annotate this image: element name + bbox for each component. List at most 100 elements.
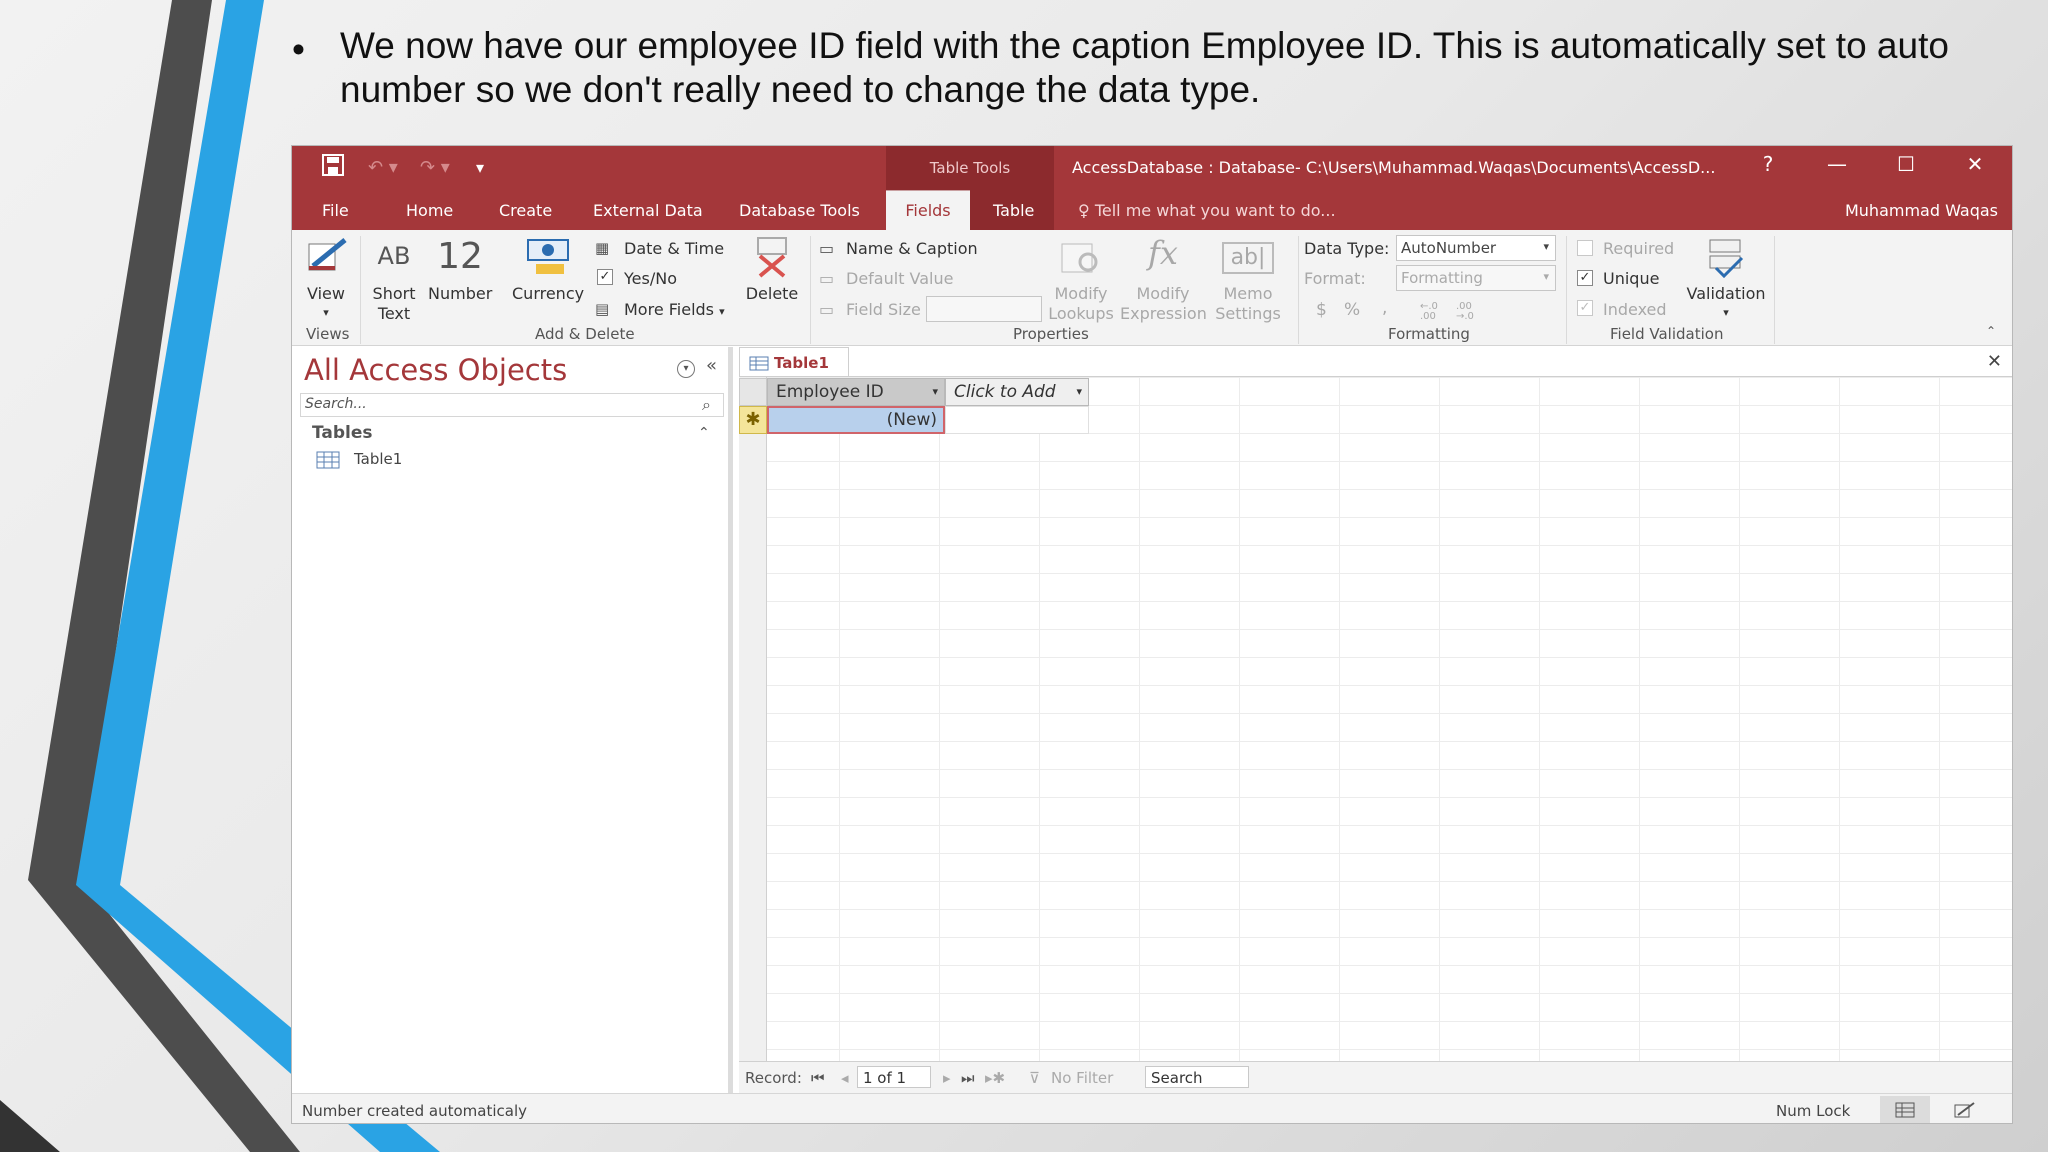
delete-button[interactable]: Delete [742, 284, 802, 303]
redo-icon[interactable]: ↷ ▾ [420, 157, 450, 178]
ribbon-separator [1298, 236, 1299, 344]
increase-decimals-button[interactable]: ←.0 .00 [1420, 302, 1450, 322]
number-button[interactable]: Number [428, 284, 492, 303]
field-size-label: Field Size [846, 300, 921, 319]
last-record-icon[interactable]: ⏭ [961, 1069, 975, 1087]
tab-database-tools[interactable]: Database Tools [739, 201, 860, 220]
decrease-decimals-button[interactable]: .00 →.0 [1456, 302, 1486, 322]
field-size-input[interactable] [926, 296, 1042, 322]
chevron-down-icon[interactable]: ▾ [932, 385, 938, 398]
dark-corner [0, 1100, 60, 1152]
validation-button[interactable]: Validation [1682, 284, 1770, 303]
save-icon[interactable] [322, 154, 344, 182]
minimize-button[interactable]: — [1817, 152, 1857, 176]
ribbon-separator [810, 236, 811, 344]
table-icon [316, 451, 340, 469]
previous-record-icon[interactable]: ◂ [841, 1069, 849, 1087]
record-navigation-bar: Record: ⏮ ◂ 1 of 1 ▸ ⏭ ▸✱ ⊽ No Filter Se… [739, 1061, 2012, 1093]
currency-button[interactable]: Currency [512, 284, 584, 303]
nav-item-table1[interactable]: Table1 [354, 450, 402, 468]
validation-dropdown-icon[interactable]: ▾ [1682, 306, 1770, 319]
datasheet-view-button[interactable] [1880, 1096, 1930, 1123]
datasheet-search-input[interactable]: Search [1145, 1066, 1249, 1088]
modify-expression-button[interactable]: Modify Expression [1120, 284, 1207, 324]
employee-id-new-cell[interactable]: (New) [767, 406, 945, 434]
chevron-down-icon: ▾ [1543, 240, 1549, 253]
new-record-icon[interactable]: ▸✱ [985, 1069, 1005, 1087]
current-record-input[interactable]: 1 of 1 [857, 1066, 931, 1088]
next-record-icon[interactable]: ▸ [943, 1069, 951, 1087]
datasheet-area: Table1 ✕ Employee ID ▾ Click to Add ▾ ✱ (N… [739, 347, 2012, 1093]
status-message: Number created automaticaly [302, 1102, 528, 1120]
nav-search-input[interactable]: Search... [300, 393, 724, 417]
new-record-marker: ✱ [739, 406, 767, 434]
modify-lookups-icon [1061, 243, 1098, 273]
click-to-add-cell[interactable] [945, 406, 1089, 434]
view-dropdown-icon[interactable]: ▾ [296, 306, 356, 319]
bullet-marker: • [292, 29, 305, 70]
select-all-corner[interactable] [739, 378, 767, 406]
tab-create[interactable]: Create [499, 201, 552, 220]
search-icon[interactable]: ⌕ [702, 395, 711, 415]
add-delete-group-label: Add & Delete [535, 325, 635, 343]
name-caption-button[interactable]: Name & Caption [846, 239, 978, 258]
data-type-select[interactable]: AutoNumber ▾ [1396, 235, 1556, 261]
maximize-button[interactable]: ☐ [1886, 152, 1926, 176]
filter-icon: ⊽ [1029, 1069, 1040, 1087]
chevron-down-icon: ▾ [719, 305, 725, 318]
more-fields-button[interactable]: More Fields ▾ [624, 300, 725, 319]
first-record-icon[interactable]: ⏮ [811, 1069, 825, 1087]
no-filter-button[interactable]: No Filter [1051, 1069, 1113, 1087]
collapse-section-icon[interactable]: ⌃ [698, 425, 710, 441]
formatting-group-label: Formatting [1388, 325, 1470, 343]
short-text-button[interactable]: Short Text [364, 284, 424, 324]
tab-home[interactable]: Home [406, 201, 453, 220]
unique-label: Unique [1603, 269, 1660, 288]
access-window: Table Tools ↶ ▾ ↷ ▾ ▾ AccessDatabase : D… [291, 145, 2013, 1124]
datasheet-view-icon [1895, 1102, 1915, 1118]
nav-pane-title[interactable]: All Access Objects [304, 353, 567, 387]
view-icon [308, 238, 347, 271]
percent-format-button[interactable]: % [1344, 300, 1360, 320]
undo-icon[interactable]: ↶ ▾ [368, 157, 398, 178]
required-checkbox[interactable] [1577, 240, 1593, 256]
shutter-bar-close-icon[interactable]: « [706, 355, 717, 376]
yes-no-button[interactable]: Yes/No [624, 269, 677, 288]
memo-settings-button[interactable]: Memo Settings [1206, 284, 1290, 324]
format-select[interactable]: Formatting ▾ [1396, 265, 1556, 291]
column-header-label: Employee ID [776, 382, 884, 402]
slide-bullet-text: We now have our employee ID field with t… [340, 25, 1949, 110]
tell-me-box[interactable]: ♀ Tell me what you want to do... [1078, 201, 1336, 220]
user-name[interactable]: Muhammad Waqas [1845, 201, 1998, 220]
default-value-button[interactable]: Default Value [846, 269, 953, 288]
tab-file[interactable]: File [322, 201, 349, 220]
nav-section-tables[interactable]: Tables [312, 423, 373, 443]
lightbulb-icon: ♀ [1078, 201, 1090, 220]
close-document-icon[interactable]: ✕ [1987, 351, 2002, 372]
comma-format-button[interactable]: , [1382, 298, 1387, 318]
currency-format-button[interactable]: $ [1316, 300, 1327, 320]
status-bar: Number created automaticaly Num Lock [292, 1093, 2012, 1123]
view-button[interactable]: View [296, 284, 356, 303]
datasheet-grid[interactable] [739, 377, 2012, 1061]
chevron-down-icon[interactable]: ▾ [1076, 385, 1082, 398]
modify-lookups-button[interactable]: Modify Lookups [1044, 284, 1118, 324]
document-tab-table1[interactable]: Table1 [739, 347, 849, 377]
date-time-button[interactable]: Date & Time [624, 239, 724, 258]
num-lock-indicator: Num Lock [1776, 1102, 1851, 1120]
column-header-click-to-add[interactable]: Click to Add ▾ [945, 378, 1089, 406]
column-header-employee-id[interactable]: Employee ID ▾ [767, 378, 945, 406]
unique-checkbox[interactable]: ✓ [1577, 270, 1593, 286]
indexed-checkbox[interactable]: ✓ [1577, 300, 1593, 316]
close-button[interactable]: ✕ [1955, 152, 1995, 176]
column-header-label: Click to Add [954, 382, 1056, 402]
nav-menu-icon[interactable]: ▾ [677, 360, 695, 378]
collapse-ribbon-icon[interactable]: ⌃ [1986, 324, 1996, 338]
tab-table[interactable]: Table [993, 201, 1034, 220]
tab-fields[interactable]: Fields [886, 190, 970, 230]
help-button[interactable]: ? [1748, 152, 1788, 176]
tab-external-data[interactable]: External Data [593, 201, 703, 220]
currency-icon [527, 239, 569, 274]
customize-qat-icon[interactable]: ▾ [476, 158, 484, 177]
design-view-button[interactable] [1942, 1096, 1988, 1123]
